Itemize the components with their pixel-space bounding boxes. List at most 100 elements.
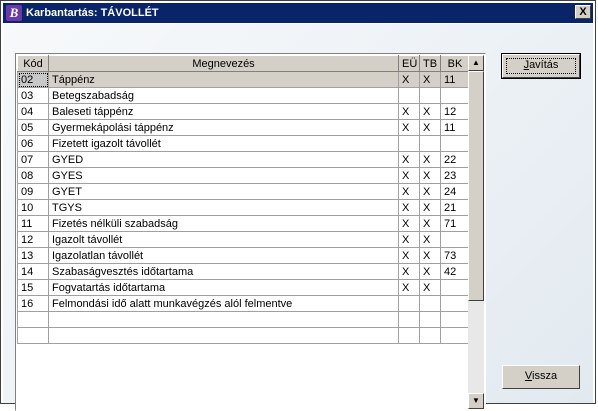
column-header-eu[interactable]: EÜ <box>398 55 420 72</box>
table-row[interactable]: 11 Fizetés nélküli szabadság X X 71 <box>17 215 470 232</box>
empty-cell <box>48 327 399 344</box>
absence-table: Kód Megnevezés EÜ TB BK 02 Táppénz X X 11 03 B… <box>17 55 470 344</box>
table-row[interactable]: 06 Fizetett igazolt távollét <box>17 135 470 152</box>
cell-bk <box>440 295 470 312</box>
cell-tb: X <box>419 151 441 168</box>
cell-kod: 04 <box>17 103 49 120</box>
table-row[interactable]: 10 TGYS X X 21 <box>17 199 470 216</box>
cell-eu: X <box>398 247 420 264</box>
cell-tb: X <box>419 71 441 88</box>
cell-eu <box>398 295 420 312</box>
cell-bk: 11 <box>440 71 470 88</box>
edit-button[interactable]: Javítás <box>501 53 581 79</box>
cell-bk <box>440 279 470 296</box>
table-row[interactable]: 14 Szabaságvesztés időtartama X X 42 <box>17 263 470 280</box>
window-title: Karbantartás: TÁVOLLÉT <box>26 7 159 19</box>
cell-megnevezes: GYES <box>48 167 399 184</box>
cell-tb <box>419 135 441 152</box>
cell-bk: 71 <box>440 215 470 232</box>
cell-eu: X <box>398 215 420 232</box>
table-row[interactable]: 15 Fogvatartás időtartama X X <box>17 279 470 296</box>
cell-bk: 11 <box>440 119 470 136</box>
cell-tb: X <box>419 167 441 184</box>
cell-tb: X <box>419 199 441 216</box>
cell-eu: X <box>398 119 420 136</box>
back-button-label: issza <box>532 370 558 382</box>
cell-kod: 11 <box>17 215 49 232</box>
cell-kod: 13 <box>17 247 49 264</box>
vertical-scrollbar[interactable]: ▲ ▼ <box>468 55 484 409</box>
scroll-down-arrow-icon[interactable]: ▼ <box>468 393 484 409</box>
edit-button-label: avítás <box>529 59 559 71</box>
cell-eu <box>398 87 420 104</box>
empty-table-row <box>17 327 470 344</box>
cell-eu <box>398 135 420 152</box>
cell-megnevezes: GYET <box>48 183 399 200</box>
cell-kod: 03 <box>17 87 49 104</box>
column-header-bk[interactable]: BK <box>440 55 470 72</box>
cell-eu: X <box>398 183 420 200</box>
empty-cell <box>440 327 470 344</box>
table-row[interactable]: 12 Igazolt távollét X X <box>17 231 470 248</box>
empty-cell <box>17 327 49 344</box>
window-client-area: Kód Megnevezés EÜ TB BK 02 Táppénz X X 11 03 B… <box>3 24 593 411</box>
close-button[interactable]: X <box>575 5 591 19</box>
cell-tb <box>419 87 441 104</box>
table-row[interactable]: 08 GYES X X 23 <box>17 167 470 184</box>
cell-eu: X <box>398 103 420 120</box>
cell-tb: X <box>419 215 441 232</box>
maintenance-window: B Karbantartás: TÁVOLLÉT X Kód Megnevezé… <box>0 0 596 411</box>
cell-bk: 24 <box>440 183 470 200</box>
cell-megnevezes: GYED <box>48 151 399 168</box>
column-header-tb[interactable]: TB <box>419 55 441 72</box>
cell-kod: 14 <box>17 263 49 280</box>
cell-eu: X <box>398 199 420 216</box>
table-row[interactable]: 03 Betegszabadság <box>17 87 470 104</box>
empty-cell <box>48 311 399 328</box>
table-row[interactable]: 04 Baleseti táppénz X X 12 <box>17 103 470 120</box>
empty-cell <box>17 311 49 328</box>
empty-cell <box>440 311 470 328</box>
cell-bk <box>440 135 470 152</box>
empty-cell <box>419 311 441 328</box>
cell-bk: 22 <box>440 151 470 168</box>
cell-eu: X <box>398 263 420 280</box>
absence-grid[interactable]: Kód Megnevezés EÜ TB BK 02 Táppénz X X 11 03 B… <box>15 53 486 411</box>
column-header-megnevezes[interactable]: Megnevezés <box>48 55 399 72</box>
cell-tb <box>419 295 441 312</box>
cell-eu: X <box>398 71 420 88</box>
table-row[interactable]: 05 Gyermekápolási táppénz X X 11 <box>17 119 470 136</box>
table-row[interactable]: 02 Táppénz X X 11 <box>17 71 470 88</box>
cell-tb: X <box>419 183 441 200</box>
table-row[interactable]: 07 GYED X X 22 <box>17 151 470 168</box>
cell-kod: 06 <box>17 135 49 152</box>
title-bar[interactable]: B Karbantartás: TÁVOLLÉT X <box>3 3 593 23</box>
cell-megnevezes: Gyermekápolási táppénz <box>48 119 399 136</box>
cell-bk <box>440 87 470 104</box>
cell-kod: 09 <box>17 183 49 200</box>
cell-megnevezes: Fizetés nélküli szabadság <box>48 215 399 232</box>
cell-kod: 15 <box>17 279 49 296</box>
empty-cell <box>419 327 441 344</box>
cell-kod: 02 <box>17 71 49 88</box>
column-header-kod[interactable]: Kód <box>17 55 49 72</box>
cell-kod: 16 <box>17 295 49 312</box>
cell-bk: 21 <box>440 199 470 216</box>
cell-bk: 42 <box>440 263 470 280</box>
cell-kod: 10 <box>17 199 49 216</box>
cell-megnevezes: Fizetett igazolt távollét <box>48 135 399 152</box>
empty-cell <box>398 327 420 344</box>
scroll-up-arrow-icon[interactable]: ▲ <box>468 55 484 71</box>
table-row[interactable]: 13 Igazolatlan távollét X X 73 <box>17 247 470 264</box>
cell-bk: 12 <box>440 103 470 120</box>
cell-eu: X <box>398 167 420 184</box>
cell-megnevezes: Fogvatartás időtartama <box>48 279 399 296</box>
table-row[interactable]: 09 GYET X X 24 <box>17 183 470 200</box>
table-row[interactable]: 16 Felmondási idő alatt munkavégzés alól … <box>17 295 470 312</box>
cell-kod: 08 <box>17 167 49 184</box>
scroll-thumb[interactable] <box>468 71 484 301</box>
back-button[interactable]: Vissza <box>502 365 580 389</box>
cell-tb: X <box>419 103 441 120</box>
cell-tb: X <box>419 263 441 280</box>
cell-megnevezes: Baleseti táppénz <box>48 103 399 120</box>
